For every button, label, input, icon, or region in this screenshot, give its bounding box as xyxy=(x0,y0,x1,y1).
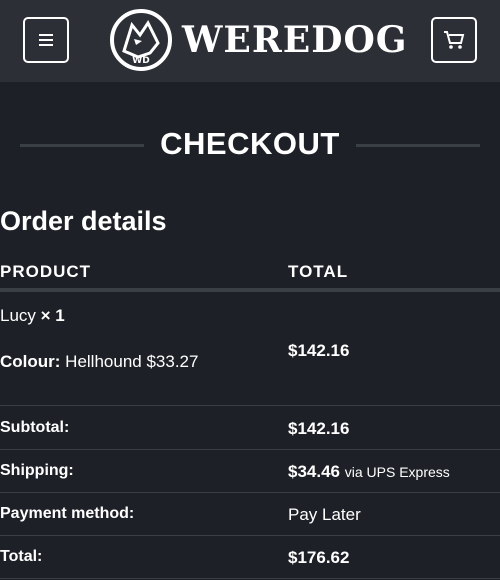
payment-method-label: Payment method: xyxy=(0,505,135,522)
heading-divider-right xyxy=(356,144,480,147)
menu-button[interactable] xyxy=(23,17,69,63)
item-product-name: Lucy xyxy=(0,306,36,325)
item-total: $142.16 xyxy=(288,341,350,360)
page-heading: CHECKOUT xyxy=(0,120,500,168)
total-label: Total: xyxy=(0,548,43,565)
shipping-method: via UPS Express xyxy=(344,464,450,480)
wolf-logo-icon: WD xyxy=(110,9,172,71)
logo-monogram: WD xyxy=(132,56,149,66)
order-table-header: PRODUCT TOTAL xyxy=(0,258,500,292)
shipping-cost: $34.46 via UPS Express xyxy=(288,462,450,482)
page-title: CHECKOUT xyxy=(160,126,340,161)
order-details-title: Order details xyxy=(0,206,167,236)
hamburger-menu-icon xyxy=(39,34,53,46)
site-logo[interactable]: WD WEREDOG xyxy=(110,8,408,72)
item-name: Lucy × 1 xyxy=(0,306,65,326)
total-column-header: TOTAL xyxy=(288,262,349,281)
shipping-row: Shipping: $34.46 via UPS Express xyxy=(0,450,500,493)
logo-text: WEREDOG xyxy=(182,19,408,61)
subtotal-row: Subtotal: $142.16 xyxy=(0,407,500,450)
subtotal-value: $142.16 xyxy=(288,419,350,438)
heading-divider-left xyxy=(20,144,144,147)
shipping-value: $34.46 xyxy=(288,462,340,481)
variant-value: Hellhound $33.27 xyxy=(65,352,199,371)
site-header: WD WEREDOG xyxy=(0,0,500,82)
product-column-header: PRODUCT xyxy=(0,262,92,281)
item-quantity: × 1 xyxy=(40,306,65,325)
shipping-label: Shipping: xyxy=(0,462,74,479)
total-row: Total: $176.62 xyxy=(0,536,500,579)
order-item-row: Lucy × 1 Colour: Hellhound $33.27 $142.1… xyxy=(0,292,500,406)
cart-icon xyxy=(444,31,465,49)
total-value: $176.62 xyxy=(288,548,350,567)
payment-method-row: Payment method: Pay Later xyxy=(0,493,500,536)
variant-label: Colour: xyxy=(0,352,61,371)
payment-method-value: Pay Later xyxy=(288,505,361,524)
cart-button[interactable] xyxy=(431,17,477,63)
item-variant: Colour: Hellhound $33.27 xyxy=(0,352,198,372)
subtotal-label: Subtotal: xyxy=(0,419,70,436)
